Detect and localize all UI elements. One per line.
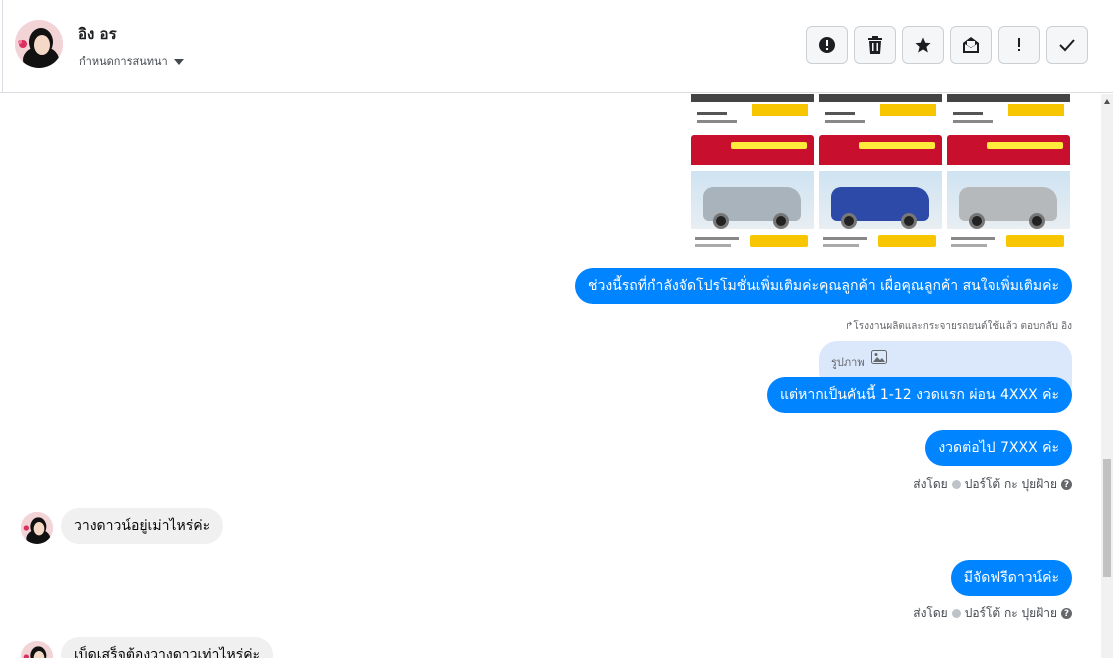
message-text: งวดต่อไป 7XXX ค่ะ <box>938 440 1059 456</box>
verified-icon <box>951 480 961 489</box>
contact-avatar[interactable] <box>15 20 63 68</box>
star-icon <box>915 37 931 53</box>
message-text: ช่วงนี้รถที่กำลังจัดโปรโมชั่นเพิ่มเติมค่… <box>588 278 1059 294</box>
thread-scrollbar[interactable] <box>1101 94 1113 658</box>
assign-conversation-dropdown[interactable]: กำหนดการสนทนา <box>79 52 184 70</box>
contact-name[interactable]: อิง อร <box>78 22 117 46</box>
mark-unread-button[interactable] <box>950 26 992 64</box>
sender-name: ปอร์โต้ กะ ปุยฝ้าย <box>964 477 1057 491</box>
sent-by-info: ส่งโดย ปอร์โต้ กะ ปุยฝ้าย ? <box>913 475 1072 494</box>
incoming-message[interactable]: วางดาวน์อยู่เม่าไหร่ค่ะ <box>61 508 224 544</box>
conversation-header: อิง อร กำหนดการสนทนา <box>0 0 1113 93</box>
outgoing-message[interactable]: แต่หากเป็นคันนี้ 1-12 งวดแรก ผ่อน 4XXX ค… <box>766 377 1072 413</box>
caret-down-icon <box>173 58 184 65</box>
divider <box>2 0 3 93</box>
car-image[interactable] <box>819 94 942 130</box>
alert-circle-icon <box>819 37 835 53</box>
reply-note: ↱โรงงานผลิตและกระจายรถยนต์ใช้แล้ว ตอบกลั… <box>845 319 1072 334</box>
car-image[interactable] <box>947 94 1070 130</box>
car-image[interactable] <box>819 135 942 257</box>
reply-note-text: โรงงานผลิตและกระจายรถยนต์ใช้แล้ว ตอบกลับ… <box>853 321 1072 332</box>
star-button[interactable] <box>902 26 944 64</box>
help-icon[interactable]: ? <box>1061 608 1072 619</box>
outgoing-message[interactable]: มีจัดฟรีดาวน์ค่ะ <box>950 560 1072 596</box>
contact-avatar[interactable] <box>21 641 53 658</box>
trash-icon <box>868 36 882 54</box>
message-text: แต่หากเป็นคันนี้ 1-12 งวดแรก ผ่อน 4XXX ค… <box>779 387 1059 403</box>
exclamation-icon <box>1018 38 1020 51</box>
message-text: วางดาวน์อยู่เม่าไหร่ค่ะ <box>74 518 211 534</box>
incoming-message[interactable]: เบ็ดเสร็จต้องวางดาวเท่าไหร่ค่ะ <box>61 637 274 658</box>
message-text: มีจัดฟรีดาวน์ค่ะ <box>963 570 1059 586</box>
outgoing-message[interactable]: งวดต่อไป 7XXX ค่ะ <box>925 430 1072 466</box>
help-icon[interactable]: ? <box>1061 479 1072 490</box>
sent-by-info: ส่งโดย ปอร์โต้ กะ ปุยฝ้าย ? <box>913 604 1072 623</box>
scrollbar-thumb[interactable] <box>1103 459 1111 577</box>
message-text: เบ็ดเสร็จต้องวางดาวเท่าไหร่ค่ะ <box>74 647 261 658</box>
follow-up-button[interactable] <box>998 26 1040 64</box>
sender-name: ปอร์โต้ กะ ปุยฝ้าย <box>964 606 1057 620</box>
sent-by-label: ส่งโดย <box>913 477 948 491</box>
assign-label: กำหนดการสนทนา <box>79 55 168 68</box>
message-thread[interactable]: ช่วงนี้รถที่กำลังจัดโปรโมชั่นเพิ่มเติมค่… <box>0 94 1101 658</box>
check-icon <box>1059 39 1075 52</box>
quoted-text: รูปภาพ <box>831 356 865 369</box>
mark-spam-button[interactable] <box>806 26 848 64</box>
mark-done-button[interactable] <box>1046 26 1088 64</box>
car-image[interactable] <box>691 135 814 257</box>
scroll-up-arrow-icon[interactable] <box>1104 99 1110 104</box>
car-image[interactable] <box>691 94 814 130</box>
image-icon <box>870 350 887 364</box>
contact-avatar[interactable] <box>21 512 53 544</box>
mail-unread-icon <box>963 37 979 53</box>
sent-by-label: ส่งโดย <box>913 606 948 620</box>
outgoing-message[interactable]: ช่วงนี้รถที่กำลังจัดโปรโมชั่นเพิ่มเติมค่… <box>575 268 1072 304</box>
car-image[interactable] <box>947 135 1070 257</box>
verified-icon <box>951 609 961 618</box>
delete-button[interactable] <box>854 26 896 64</box>
